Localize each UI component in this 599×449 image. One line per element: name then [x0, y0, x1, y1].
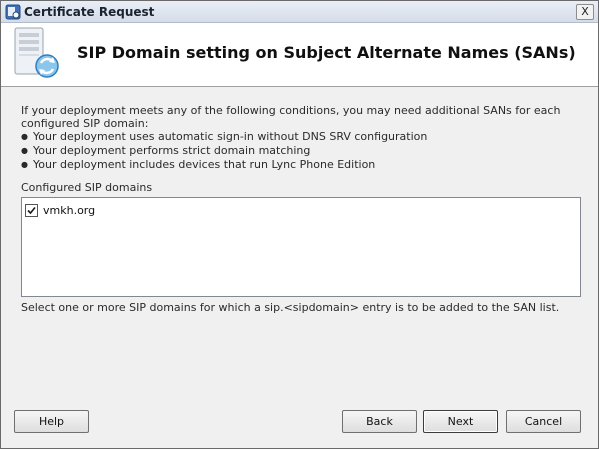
domain-checkbox[interactable] [25, 204, 38, 217]
condition-item: Your deployment performs strict domain m… [21, 144, 586, 158]
selection-hint: Select one or more SIP domains for which… [21, 301, 560, 314]
next-button[interactable]: Next [423, 410, 498, 433]
help-button[interactable]: Help [14, 410, 89, 433]
checkmark-icon [27, 206, 36, 215]
conditions-list: Your deployment uses automatic sign-in w… [21, 130, 586, 172]
intro-text: If your deployment meets any of the foll… [21, 104, 561, 130]
certificate-request-dialog: Certificate Request X SIP Domain setting… [0, 0, 599, 449]
page-header: SIP Domain setting on Subject Alternate … [1, 23, 598, 87]
cancel-button[interactable]: Cancel [506, 410, 581, 433]
close-button[interactable]: X [576, 4, 594, 20]
title-bar[interactable]: Certificate Request X [1, 1, 598, 23]
condition-item: Your deployment includes devices that ru… [21, 158, 586, 172]
domain-name: vmkh.org [43, 204, 96, 217]
server-sync-icon [11, 26, 67, 82]
back-button[interactable]: Back [342, 410, 417, 433]
page-title: SIP Domain setting on Subject Alternate … [77, 43, 576, 62]
domains-label: Configured SIP domains [21, 181, 153, 194]
condition-item: Your deployment uses automatic sign-in w… [21, 130, 586, 144]
sip-domains-list[interactable]: vmkh.org [21, 197, 581, 297]
window-title: Certificate Request [24, 5, 155, 19]
intro-section: If your deployment meets any of the foll… [21, 104, 586, 172]
app-icon [5, 4, 21, 20]
